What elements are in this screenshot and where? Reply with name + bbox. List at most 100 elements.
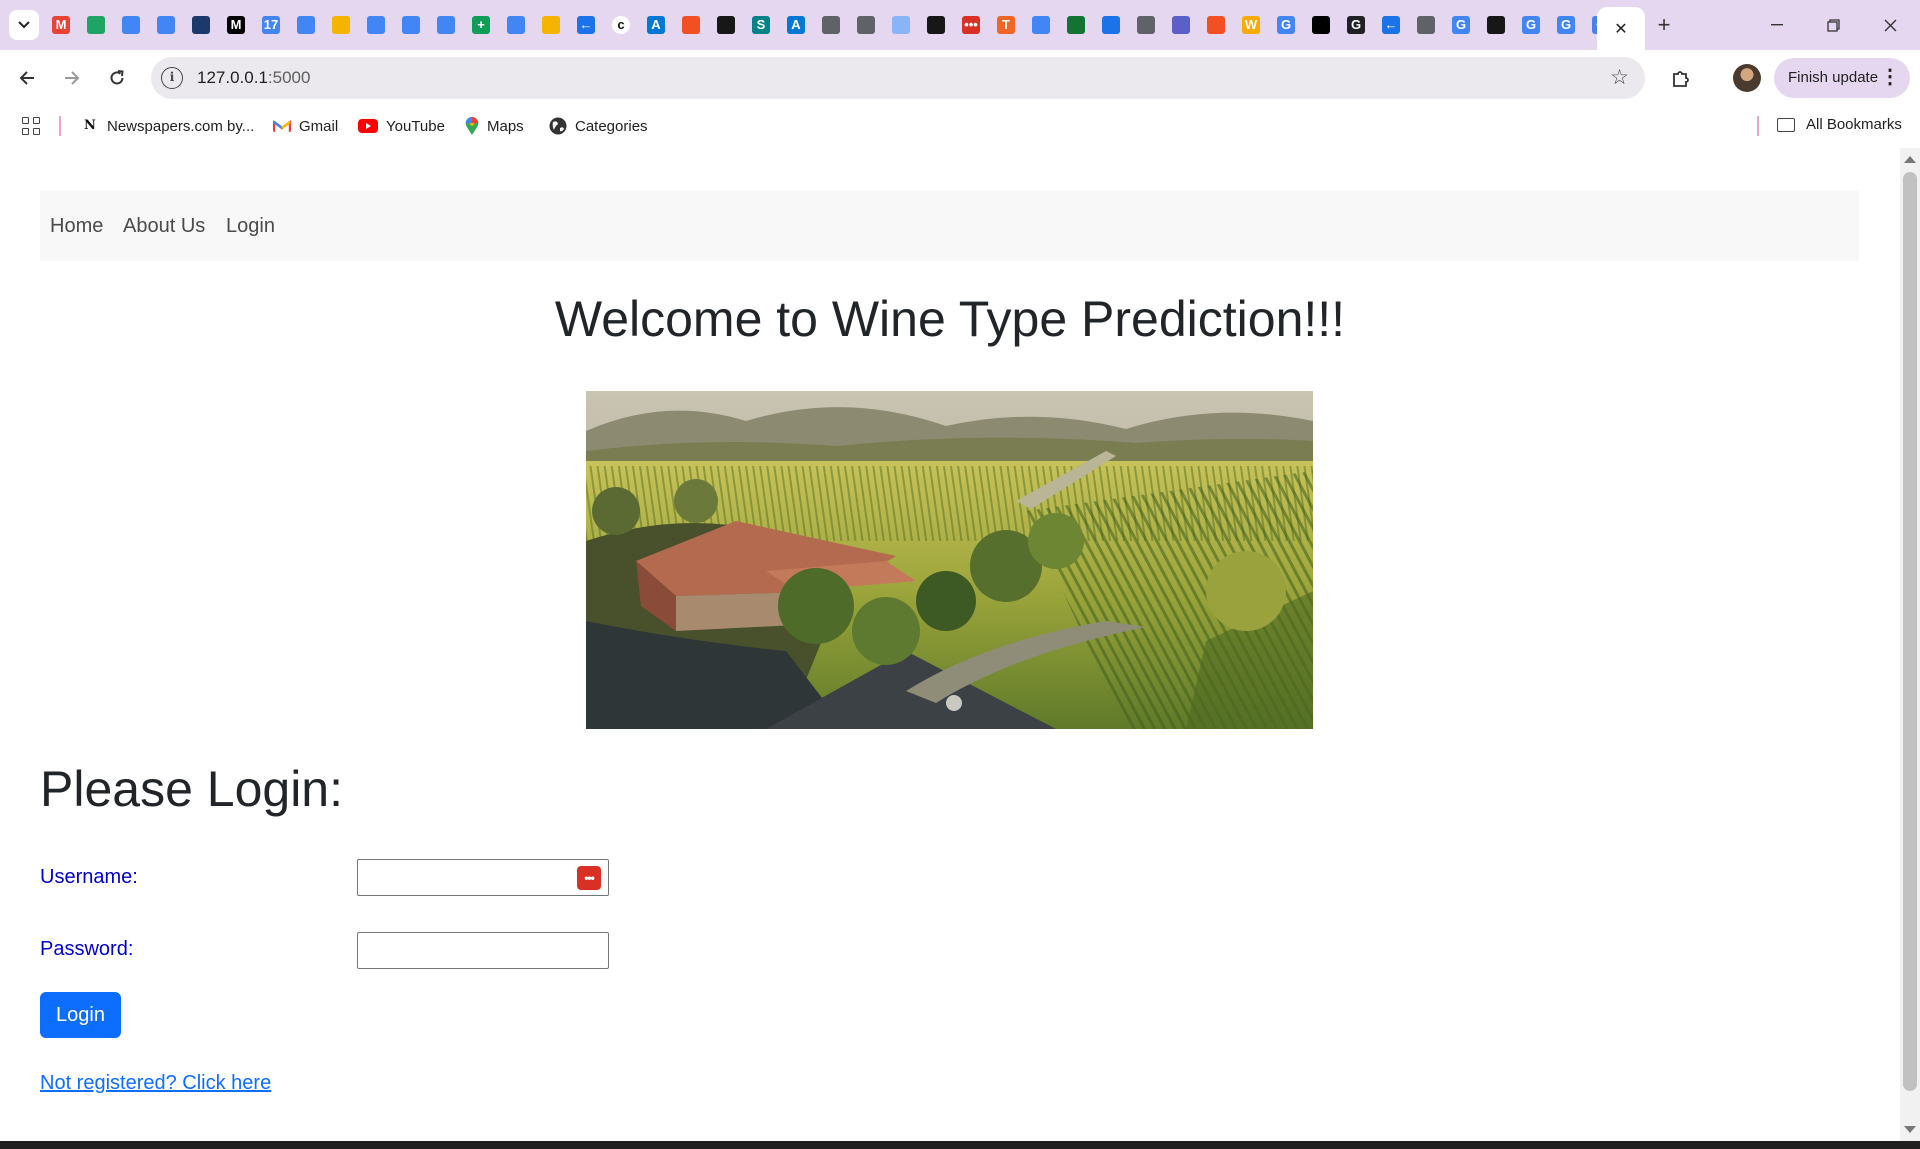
bookmark-newspapers[interactable]: N Newspapers.com by... (81, 116, 254, 136)
back-button[interactable] (12, 63, 42, 93)
profile-avatar[interactable] (1733, 64, 1761, 92)
nav-home-link[interactable]: Home (50, 215, 103, 238)
bookmark-label: Maps (487, 117, 524, 135)
extensions-button[interactable] (1666, 63, 1696, 93)
bookmark-youtube[interactable]: YouTube (358, 116, 445, 136)
browser-tab[interactable] (1028, 13, 1054, 37)
scrollbar-thumb[interactable] (1903, 172, 1917, 1091)
browser-tab[interactable] (853, 13, 879, 37)
password-input[interactable] (357, 932, 609, 969)
browser-tab[interactable] (1308, 13, 1334, 37)
browser-tab[interactable] (538, 13, 564, 37)
browser-tab[interactable]: G (1448, 13, 1474, 37)
forward-button[interactable] (57, 63, 87, 93)
browser-tab[interactable]: 17 (258, 13, 284, 37)
close-window-button[interactable] (1875, 12, 1905, 38)
login-button[interactable]: Login (40, 992, 121, 1038)
w-icon: W (1242, 16, 1260, 34)
password-manager-icon[interactable]: ••• (577, 866, 601, 890)
browser-tab[interactable]: ••• (958, 13, 984, 37)
browser-tab[interactable] (1413, 13, 1439, 37)
browser-tab[interactable] (503, 13, 529, 37)
browser-tab[interactable] (1168, 13, 1194, 37)
google-docs-icon (507, 16, 525, 34)
browser-tab[interactable]: W (1238, 13, 1264, 37)
page-scrollbar[interactable] (1900, 148, 1920, 1141)
browser-tab[interactable]: + (468, 13, 494, 37)
scroll-down-arrow-icon[interactable] (1904, 1126, 1916, 1133)
chat-icon (192, 16, 210, 34)
browser-tab[interactable] (188, 13, 214, 37)
back-arrow-icon (19, 71, 34, 85)
microsoft-icon (1207, 16, 1225, 34)
browser-tab[interactable] (1063, 13, 1089, 37)
password-label: Password: (40, 938, 134, 960)
browser-tab[interactable] (363, 13, 389, 37)
bookmark-maps[interactable]: Maps (465, 116, 524, 136)
google-docs-icon (402, 16, 420, 34)
browser-tab[interactable] (328, 13, 354, 37)
register-link[interactable]: Not registered? Click here (40, 1072, 271, 1095)
reload-button[interactable] (102, 63, 132, 93)
arrow-icon: ← (1382, 16, 1400, 34)
browser-tab[interactable]: M (48, 13, 74, 37)
google-docs-icon (157, 16, 175, 34)
finish-update-button[interactable]: Finish update ⋮ (1774, 58, 1910, 98)
finish-update-label: Finish update (1788, 69, 1879, 86)
username-input[interactable]: ••• (357, 859, 609, 896)
browser-tab[interactable]: ← (573, 13, 599, 37)
medium-icon: M (227, 16, 245, 34)
minimize-button[interactable] (1762, 12, 1792, 38)
google-icon: G (1277, 16, 1295, 34)
browser-tab[interactable]: c (608, 13, 634, 37)
browser-tab[interactable] (1098, 13, 1124, 37)
browser-tab[interactable]: ← (1378, 13, 1404, 37)
browser-tab[interactable] (888, 13, 914, 37)
browser-tab[interactable] (1133, 13, 1159, 37)
browser-tab[interactable]: A (643, 13, 669, 37)
url-text[interactable]: 127.0.0.1:5000 (197, 68, 310, 88)
browser-tab[interactable] (153, 13, 179, 37)
browser-tab[interactable]: G (1553, 13, 1579, 37)
browser-tab[interactable] (433, 13, 459, 37)
browser-tab[interactable] (713, 13, 739, 37)
browser-tab[interactable] (398, 13, 424, 37)
new-tab-button[interactable]: + (1650, 11, 1678, 39)
browser-tab[interactable]: G (1518, 13, 1544, 37)
more-menu-icon[interactable]: ⋮ (1880, 65, 1900, 89)
globe-icon (1417, 16, 1435, 34)
browser-tab[interactable]: M (223, 13, 249, 37)
browser-tab[interactable]: G (1273, 13, 1299, 37)
browser-tab[interactable]: S (748, 13, 774, 37)
browser-tab[interactable]: G (1343, 13, 1369, 37)
github-icon (1487, 16, 1505, 34)
c-icon: c (612, 16, 630, 34)
browser-tab[interactable] (293, 13, 319, 37)
browser-tab[interactable] (818, 13, 844, 37)
nav-login-link[interactable]: Login (226, 215, 275, 238)
browser-tab[interactable] (923, 13, 949, 37)
vineyard-image (586, 391, 1313, 729)
browser-tab[interactable] (83, 13, 109, 37)
bookmark-categories[interactable]: Categories (549, 116, 648, 136)
active-tab[interactable]: ✕ (1597, 7, 1645, 50)
scroll-up-arrow-icon[interactable] (1904, 156, 1916, 163)
browser-tab[interactable]: T (993, 13, 1019, 37)
close-tab-icon[interactable]: ✕ (1614, 19, 1627, 39)
all-bookmarks-button[interactable]: All Bookmarks (1777, 116, 1902, 133)
apps-grid-icon[interactable] (22, 117, 40, 135)
browser-tab[interactable]: A (783, 13, 809, 37)
maps-pin-icon (465, 117, 479, 135)
browser-tab[interactable] (118, 13, 144, 37)
browser-tab[interactable] (678, 13, 704, 37)
bookmark-star-icon[interactable]: ☆ (1610, 65, 1629, 90)
site-info-icon[interactable]: i (161, 67, 183, 89)
username-label: Username: (40, 866, 138, 888)
restore-button[interactable] (1818, 12, 1848, 38)
nav-about-link[interactable]: About Us (123, 215, 205, 238)
browser-tab[interactable] (1203, 13, 1229, 37)
tab-search-button[interactable] (9, 10, 39, 40)
browser-tab[interactable] (1483, 13, 1509, 37)
bookmark-gmail[interactable]: Gmail (273, 116, 338, 136)
address-bar[interactable]: i 127.0.0.1:5000 ☆ (151, 57, 1645, 99)
